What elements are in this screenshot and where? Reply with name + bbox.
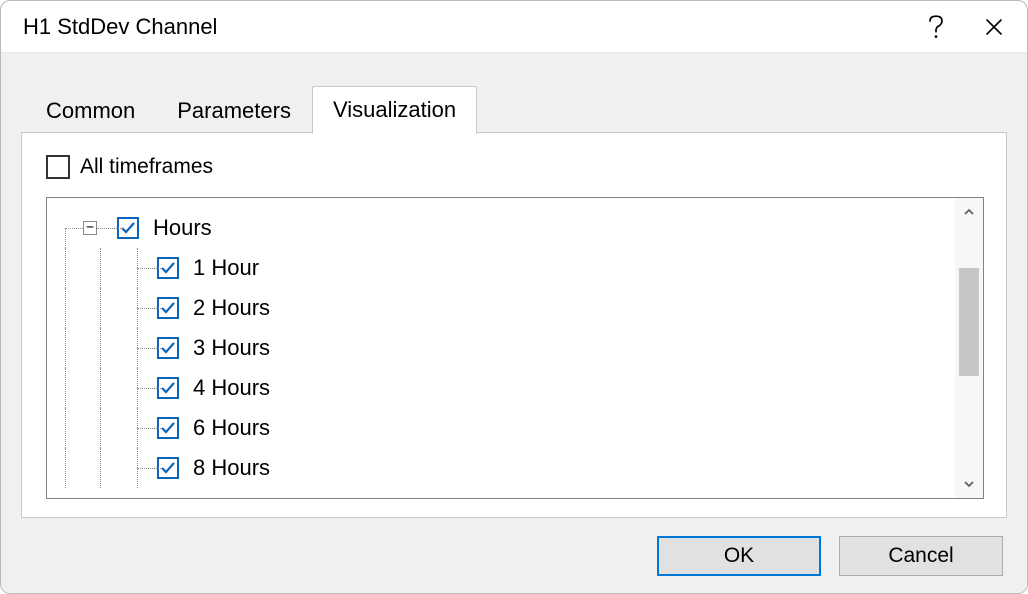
- tree-node-label: 2 Hours: [193, 295, 270, 321]
- ok-button-label: OK: [724, 544, 754, 568]
- tree-line: [137, 268, 161, 269]
- tree-line: [100, 248, 101, 288]
- check-icon: [160, 420, 176, 436]
- tree-node-label: 6 Hours: [193, 415, 270, 441]
- check-icon: [160, 340, 176, 356]
- dialog-footer: OK Cancel: [1, 519, 1027, 593]
- tab-parameters[interactable]: Parameters: [156, 87, 312, 134]
- tree-line: [100, 408, 101, 448]
- tree-node-4hours[interactable]: 4 Hours: [47, 368, 955, 408]
- tree-line: [137, 428, 161, 429]
- close-icon: [984, 17, 1004, 37]
- chevron-up-icon: [963, 206, 975, 218]
- tab-label: Visualization: [333, 97, 456, 122]
- tree-line: [65, 448, 66, 488]
- tree-line: [100, 448, 101, 488]
- all-timeframes-label: All timeframes: [80, 155, 213, 179]
- tree-node-label: Hours: [153, 215, 212, 241]
- scroll-up-button[interactable]: [955, 198, 983, 226]
- window-title: H1 StdDev Channel: [23, 14, 907, 40]
- tree-node-2hours[interactable]: 2 Hours: [47, 288, 955, 328]
- tree-line: [65, 368, 66, 408]
- tree-line: [137, 348, 161, 349]
- tree-node-label: 8 Hours: [193, 455, 270, 481]
- tab-visualization[interactable]: Visualization: [312, 86, 477, 134]
- tab-panel-visualization: All timeframes −: [21, 132, 1007, 518]
- tab-common[interactable]: Common: [25, 87, 156, 134]
- ok-button[interactable]: OK: [657, 536, 821, 576]
- tree-node-8hours[interactable]: 8 Hours: [47, 448, 955, 488]
- tree-node-label: 4 Hours: [193, 375, 270, 401]
- tree-node-6hours[interactable]: 6 Hours: [47, 408, 955, 448]
- tree-node-hours[interactable]: − Hours: [47, 208, 955, 248]
- tree-node-label: 1 Hour: [193, 255, 259, 281]
- chevron-down-icon: [963, 478, 975, 490]
- help-icon: [928, 15, 944, 39]
- timeframes-tree: − Hours: [46, 197, 984, 499]
- tree-line: [65, 328, 66, 368]
- check-icon: [160, 460, 176, 476]
- check-icon: [160, 380, 176, 396]
- tree-scrollbar[interactable]: [955, 198, 983, 498]
- tree-viewport: − Hours: [47, 198, 955, 498]
- tab-label: Parameters: [177, 98, 291, 123]
- tab-label: Common: [46, 98, 135, 123]
- tree-node-1hour[interactable]: 1 Hour: [47, 248, 955, 288]
- tree-line: [100, 368, 101, 408]
- tree-node-3hours[interactable]: 3 Hours: [47, 328, 955, 368]
- cancel-button-label: Cancel: [888, 544, 953, 568]
- scroll-track[interactable]: [955, 226, 983, 470]
- tree-line: [100, 288, 101, 328]
- check-icon: [160, 300, 176, 316]
- all-timeframes-row: All timeframes: [46, 155, 984, 179]
- tree-line: [137, 308, 161, 309]
- client-area: Common Parameters Visualization All time…: [1, 53, 1027, 593]
- tree-line: [65, 228, 66, 248]
- tree-line: [65, 288, 66, 328]
- tree-root: − Hours: [47, 208, 955, 488]
- title-bar: H1 StdDev Channel: [1, 1, 1027, 53]
- help-button[interactable]: [907, 3, 965, 51]
- cancel-button[interactable]: Cancel: [839, 536, 1003, 576]
- tree-line: [65, 408, 66, 448]
- collapse-icon[interactable]: −: [83, 221, 97, 235]
- scroll-thumb[interactable]: [959, 268, 979, 376]
- tab-strip: Common Parameters Visualization: [1, 53, 1027, 133]
- scroll-down-button[interactable]: [955, 470, 983, 498]
- tree-line: [137, 468, 161, 469]
- close-button[interactable]: [965, 3, 1023, 51]
- tree-line: [97, 228, 123, 229]
- tree-line: [65, 248, 66, 288]
- tree-line: [100, 328, 101, 368]
- all-timeframes-checkbox[interactable]: [46, 155, 70, 179]
- check-icon: [160, 260, 176, 276]
- tree-line: [137, 388, 161, 389]
- dialog-window: H1 StdDev Channel Common Parameters Visu…: [0, 0, 1028, 594]
- tree-node-label: 3 Hours: [193, 335, 270, 361]
